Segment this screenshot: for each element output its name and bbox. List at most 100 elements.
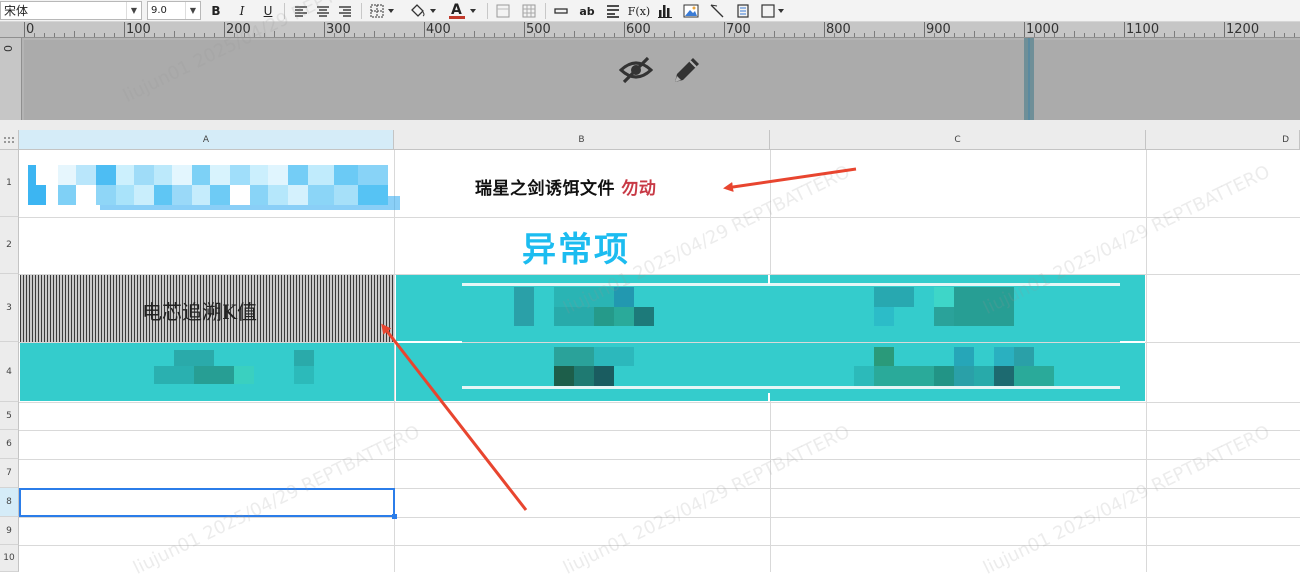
ruler-minor-tick	[954, 33, 955, 37]
row-header-7[interactable]: 7	[0, 459, 19, 488]
select-all-corner[interactable]	[0, 130, 19, 150]
ruler-minor-tick	[864, 33, 865, 37]
ruler-minor-tick	[1034, 33, 1035, 37]
ruler-major-tick	[224, 22, 225, 37]
ruler-major-tick	[424, 22, 425, 37]
edit-pencil-icon[interactable]	[672, 55, 704, 88]
ruler-minor-tick	[134, 33, 135, 37]
ruler-minor-tick	[1014, 33, 1015, 37]
selected-cell-a8[interactable]	[19, 488, 395, 517]
ruler-minor-tick	[1264, 33, 1265, 37]
font-size-select[interactable]: 9.0 ▼	[147, 1, 201, 20]
b1-warning-text: 勿动	[621, 179, 657, 199]
row-header-2[interactable]: 2	[0, 217, 19, 274]
layout-canvas[interactable]	[24, 40, 1300, 120]
horizontal-ruler[interactable]: 0 100 200 300 400 500 600 700 800 900 1000 1100 1200	[0, 22, 1300, 38]
align-right-icon[interactable]	[336, 1, 354, 21]
row-header-6[interactable]: 6	[0, 430, 19, 459]
ruler-minor-tick	[784, 33, 785, 37]
teal-separator-line	[462, 386, 1120, 389]
column-header-c[interactable]: C	[770, 130, 1146, 150]
ruler-minor-tick	[794, 33, 795, 37]
ruler-minor-tick	[64, 33, 65, 37]
border-icon[interactable]	[368, 1, 398, 21]
ruler-minor-tick	[244, 33, 245, 37]
ruler-minor-tick	[1154, 33, 1155, 37]
column-header-d[interactable]: D	[1146, 130, 1300, 150]
ruler-minor-tick	[604, 33, 605, 37]
vertical-ruler[interactable]: 0	[0, 38, 22, 120]
page-icon[interactable]	[734, 1, 752, 21]
fill-color-icon[interactable]	[406, 1, 440, 21]
chevron-down-icon[interactable]: ▼	[126, 2, 141, 19]
merge-icon[interactable]	[494, 1, 512, 21]
ruler-minor-tick	[904, 33, 905, 37]
ruler-minor-tick	[414, 33, 415, 37]
ruler-major-tick	[1124, 22, 1125, 37]
font-color-icon[interactable]: A	[446, 1, 480, 21]
ruler-minor-tick	[1084, 33, 1085, 37]
chart-icon[interactable]	[656, 1, 674, 21]
bold-button[interactable]: B	[207, 1, 225, 21]
slash-icon[interactable]	[708, 1, 726, 21]
ruler-minor-tick	[1004, 33, 1005, 37]
hide-eye-icon[interactable]	[618, 55, 654, 88]
formula-button[interactable]: F(x)	[628, 1, 650, 21]
ruler-minor-tick	[1274, 31, 1275, 37]
italic-button[interactable]: I	[233, 1, 251, 21]
image-icon[interactable]	[682, 1, 700, 21]
a3-label: 电芯追溯K值	[142, 300, 257, 324]
insert-row-icon[interactable]	[552, 1, 570, 21]
row-header-1[interactable]: 1	[0, 150, 19, 217]
align-left-icon[interactable]	[292, 1, 310, 21]
align-center-icon[interactable]	[314, 1, 332, 21]
ruler-minor-tick	[294, 33, 295, 37]
text-button[interactable]: ab	[578, 1, 596, 21]
ruler-minor-tick	[714, 33, 715, 37]
ruler-minor-tick	[374, 31, 375, 37]
ruler-minor-tick	[1284, 33, 1285, 37]
ruler-minor-tick	[494, 33, 495, 37]
ruler-minor-tick	[1244, 33, 1245, 37]
ruler-minor-tick	[804, 33, 805, 37]
ruler-minor-tick	[334, 33, 335, 37]
column-header-b[interactable]: B	[394, 130, 770, 150]
ruler-minor-tick	[1294, 33, 1295, 37]
ruler-label: 500	[526, 22, 551, 37]
wrap-icon[interactable]	[604, 1, 622, 21]
ruler-minor-tick	[934, 33, 935, 37]
ruler-major-tick	[724, 22, 725, 37]
teal-gap	[768, 393, 770, 402]
ruler-major-tick	[624, 22, 625, 37]
underline-button[interactable]: U	[259, 1, 277, 21]
frame-icon[interactable]	[760, 1, 786, 21]
row-header-8[interactable]: 8	[0, 488, 19, 517]
font-name-select[interactable]: 宋体 ▼	[0, 1, 142, 20]
row-header-3[interactable]: 3	[0, 274, 19, 342]
layout-ruler-area: 0 100 200 300 400 500 600 700 800 900 1000 1100 1200…	[0, 22, 1300, 120]
vertical-ruler-zero: 0	[2, 45, 15, 52]
ruler-minor-tick	[634, 33, 635, 37]
ruler-minor-tick	[214, 33, 215, 37]
b1-title-text: 瑞星之剑诱饵文件	[475, 179, 615, 199]
ruler-minor-tick	[614, 33, 615, 37]
ruler-minor-tick	[384, 33, 385, 37]
grid-icon[interactable]	[520, 1, 538, 21]
fill-handle[interactable]	[392, 514, 397, 519]
teal-gap	[396, 341, 462, 343]
row-header-5[interactable]: 5	[0, 402, 19, 430]
ruler-minor-tick	[1214, 33, 1215, 37]
ruler-minor-tick	[1104, 33, 1105, 37]
column-header-a[interactable]: A	[19, 130, 394, 150]
ruler-minor-tick	[534, 33, 535, 37]
row-header-10[interactable]: 10	[0, 545, 19, 572]
ruler-major-tick	[24, 22, 25, 37]
ruler-minor-tick	[894, 33, 895, 37]
ruler-minor-tick	[654, 33, 655, 37]
ruler-minor-tick	[114, 33, 115, 37]
row-header-9[interactable]: 9	[0, 517, 19, 545]
chevron-down-icon[interactable]: ▼	[185, 2, 200, 19]
row-header-4[interactable]: 4	[0, 342, 19, 402]
ruler-major-tick	[824, 22, 825, 37]
ruler-minor-tick	[284, 33, 285, 37]
